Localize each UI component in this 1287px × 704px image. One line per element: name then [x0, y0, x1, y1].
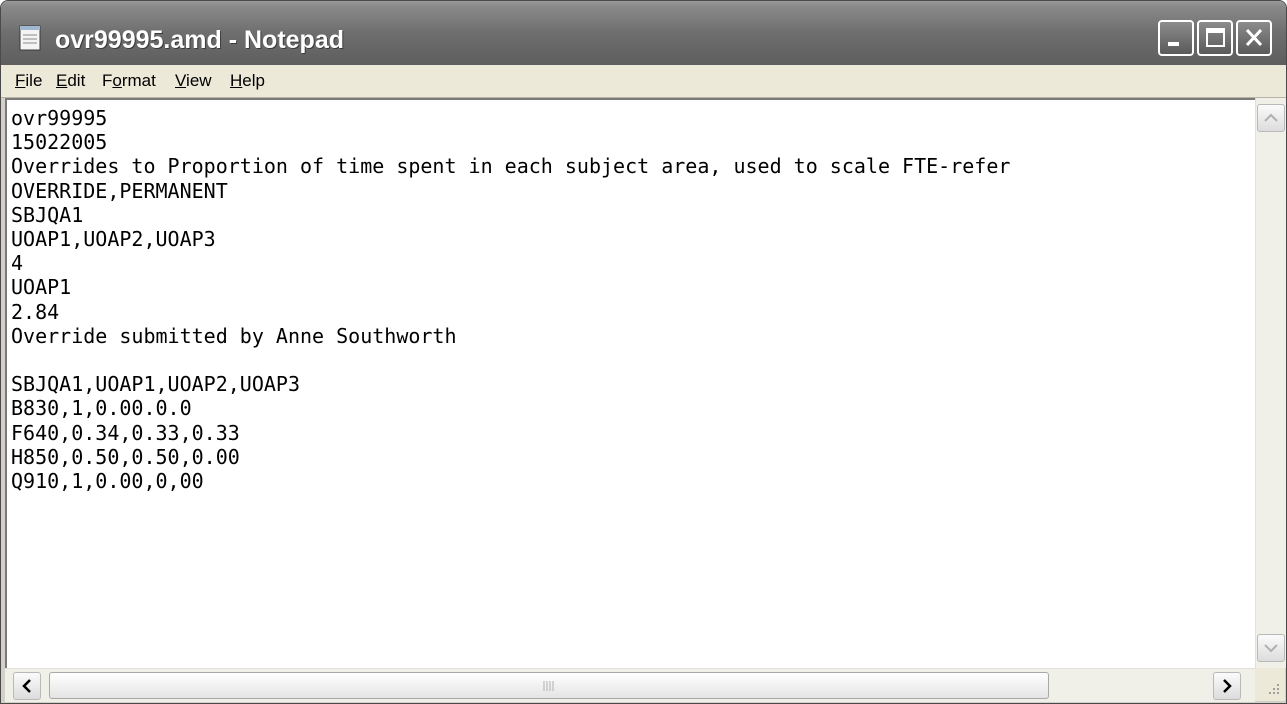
menu-edit-label: dit [67, 71, 86, 90]
menu-edit[interactable]: Edit [56, 70, 85, 92]
scroll-up-button[interactable] [1257, 104, 1285, 132]
maximize-button[interactable] [1197, 20, 1233, 56]
menu-format-prefix: F [102, 71, 113, 90]
notepad-app-icon[interactable] [19, 25, 41, 51]
menu-help-mnemonic: H [230, 71, 243, 90]
horizontal-scrollbar[interactable] [5, 668, 1255, 702]
title-bar[interactable]: ovr99995.amd - Notepad [1, 1, 1286, 65]
menu-format-mnemonic: o [112, 71, 122, 90]
menu-file[interactable]: File [15, 70, 42, 92]
menu-view[interactable]: View [175, 70, 212, 92]
chevron-up-icon [1264, 113, 1278, 122]
menu-file-mnemonic: F [15, 71, 26, 90]
menu-format-label: rmat [121, 71, 156, 90]
document-text[interactable]: ovr99995 15022005 Overrides to Proportio… [11, 106, 1010, 493]
resize-grip-icon [1269, 684, 1279, 694]
close-icon [1245, 28, 1263, 47]
scroll-down-button[interactable] [1257, 634, 1285, 662]
menu-file-label: ile [25, 71, 43, 90]
minimize-icon [1168, 42, 1179, 46]
menu-format[interactable]: Format [102, 70, 156, 92]
text-editor-area[interactable]: ovr99995 15022005 Overrides to Proportio… [5, 98, 1255, 668]
menu-view-label: iew [186, 71, 212, 90]
chevron-right-icon [1223, 679, 1232, 693]
menu-help-label: elp [242, 71, 265, 90]
menu-view-mnemonic: V [175, 71, 187, 90]
chevron-down-icon [1264, 644, 1278, 653]
resize-grip[interactable] [1255, 668, 1285, 701]
menu-edit-mnemonic: E [56, 71, 68, 90]
chevron-left-icon [22, 679, 31, 693]
notepad-window: ovr99995.amd - Notepad File Edit Format … [0, 0, 1287, 704]
grip-icon [543, 681, 554, 691]
minimize-button[interactable] [1158, 20, 1194, 56]
maximize-icon [1206, 28, 1225, 47]
menu-help[interactable]: Help [230, 70, 265, 92]
scroll-right-button[interactable] [1213, 672, 1241, 700]
menu-bar: File Edit Format View Help [1, 65, 1286, 98]
scroll-left-button[interactable] [13, 672, 41, 700]
horizontal-scroll-thumb[interactable] [49, 672, 1049, 699]
window-title: ovr99995.amd - Notepad [55, 26, 344, 54]
close-button[interactable] [1236, 20, 1272, 56]
vertical-scrollbar[interactable] [1255, 98, 1286, 668]
